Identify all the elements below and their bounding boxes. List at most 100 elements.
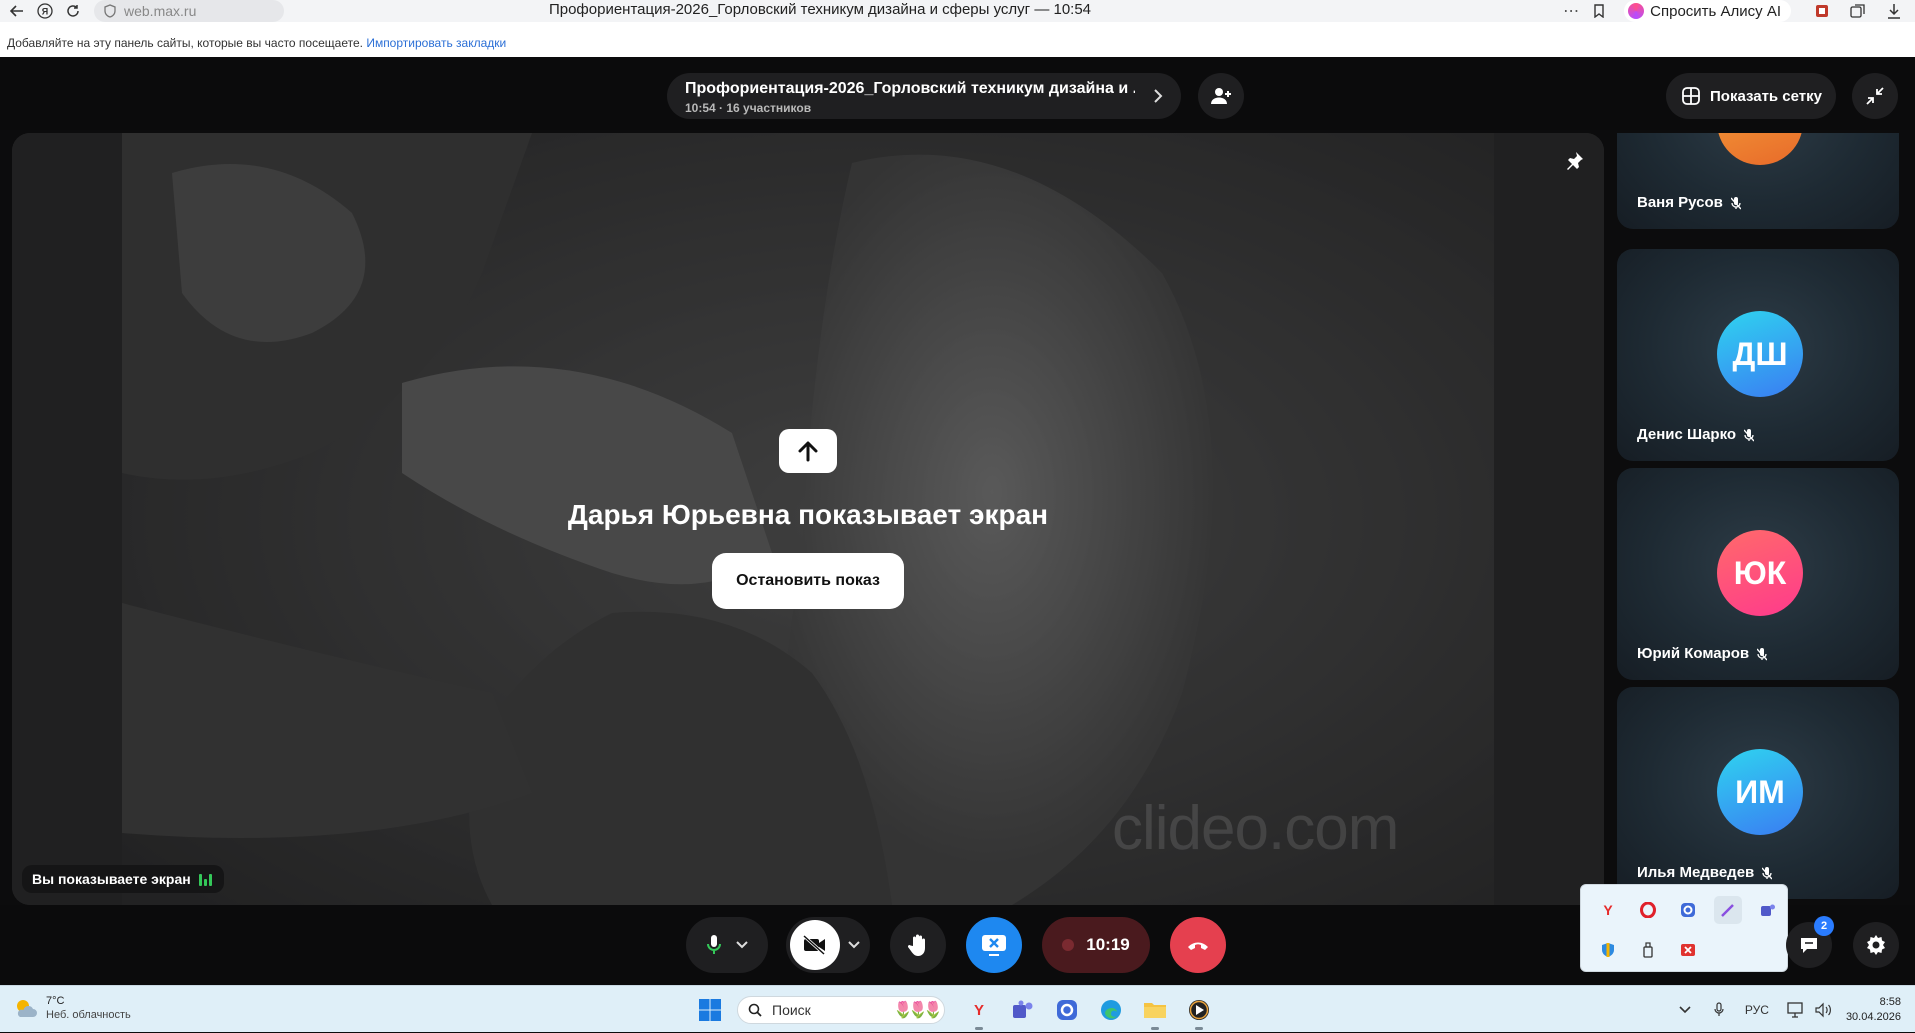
call-header: Профориентация-2026_Горловский техникум … [0, 57, 1915, 130]
clock-date: 30.04.2026 [1845, 1010, 1901, 1023]
record-dot-icon [1062, 939, 1075, 951]
alisa-icon [1628, 3, 1645, 19]
chevron-down-icon[interactable] [736, 941, 748, 949]
screen-share-stage: clideo.com Дарья Юрьевна показывает экра… [12, 133, 1604, 905]
address-bar[interactable]: web.max.ru [94, 0, 284, 22]
chat-button[interactable]: 2 [1786, 916, 1834, 968]
exit-fullscreen-button[interactable] [1852, 73, 1898, 119]
teams-icon[interactable] [1754, 896, 1782, 924]
ask-alisa-button[interactable]: Спросить Алису AI [1624, 0, 1791, 22]
search-placeholder: Поиск [772, 1002, 811, 1018]
yandex-browser-icon[interactable]: Y [1594, 896, 1622, 924]
defender-icon[interactable] [1594, 936, 1622, 964]
participant-name: Денис Шарко [1637, 426, 1755, 443]
conference-subtitle: 10:54 · 16 участников [685, 101, 812, 115]
downloads-icon[interactable] [1883, 0, 1905, 22]
opera-icon[interactable] [1634, 896, 1662, 924]
recorder-icon[interactable] [1674, 936, 1702, 964]
participant-tile[interactable]: ЮК Юрий Комаров [1617, 468, 1899, 680]
yandex-home-icon[interactable]: Я [34, 0, 56, 22]
taskbar-search[interactable]: Поиск 🌷🌷🌷 [737, 996, 945, 1024]
timer-text: 10:19 [1086, 935, 1130, 954]
participant-tile[interactable]: ВР Ваня Русов [1617, 133, 1899, 229]
extension-icon[interactable] [1811, 0, 1833, 22]
network-icon[interactable] [1782, 997, 1808, 1023]
gear-icon [1867, 935, 1885, 955]
app-icon[interactable] [1674, 896, 1702, 924]
conference-title: Профориентация-2026_Горловский техникум … [685, 80, 1135, 97]
browser-toolbar: Я web.max.ru Профориентация-2026_Горловс… [0, 0, 1915, 22]
file-explorer-icon[interactable] [1141, 996, 1169, 1030]
import-bookmarks-link[interactable]: Импортировать закладки [366, 36, 506, 50]
pin-icon[interactable] [1564, 151, 1584, 171]
microphone-icon [707, 935, 721, 954]
recording-timer[interactable]: 10:19 [1042, 917, 1150, 973]
language-indicator[interactable]: РУС [1740, 997, 1774, 1023]
start-button[interactable] [698, 998, 722, 1022]
hang-up-icon [1188, 942, 1208, 950]
teams-icon[interactable] [1009, 996, 1037, 1024]
camera-off-icon [790, 920, 840, 970]
chevron-down-icon[interactable] [848, 941, 860, 949]
edge-icon[interactable] [1097, 996, 1125, 1024]
participant-tile[interactable]: ДШ Денис Шарко [1617, 249, 1899, 461]
sharing-status-label: Вы показываете экран [32, 871, 191, 887]
microphone-button[interactable] [686, 917, 768, 973]
partly-cloudy-icon [17, 1000, 37, 1017]
app-icon[interactable] [1053, 996, 1081, 1024]
back-icon[interactable] [6, 0, 28, 22]
url-text: web.max.ru [124, 3, 197, 19]
show-grid-label: Показать сетку [1710, 87, 1822, 105]
chevron-up-icon[interactable] [1672, 997, 1698, 1023]
tray-overflow-popup: Y [1580, 884, 1788, 972]
collapse-icon [1866, 87, 1884, 105]
pen-icon[interactable] [1714, 896, 1742, 924]
chat-icon [1801, 938, 1817, 953]
upload-icon [779, 429, 837, 473]
page-title: Профориентация-2026_Горловский техникум … [548, 1, 1092, 18]
avatar: ЮК [1717, 530, 1803, 616]
show-grid-button[interactable]: Показать сетку [1666, 73, 1836, 119]
sharing-status-badge: Вы показываете экран [22, 865, 224, 893]
share-title: Дарья Юрьевна показывает экран [567, 499, 1049, 530]
system-clock[interactable]: 8:58 30.04.2026 [1846, 995, 1901, 1025]
collections-icon[interactable] [1847, 0, 1869, 22]
more-icon[interactable]: ⋯ [1560, 0, 1582, 22]
participant-name-text: Ваня Русов [1637, 194, 1723, 211]
add-participant-button[interactable] [1198, 73, 1244, 119]
yandex-browser-icon[interactable]: Y [965, 996, 993, 1030]
bookmarks-bar: Добавляйте на эту панель сайты, которые … [0, 22, 1915, 57]
svg-text:Я: Я [42, 7, 48, 17]
mic-muted-icon [1744, 428, 1755, 441]
mic-muted-icon [1730, 196, 1741, 209]
temperature: 7°C [46, 995, 65, 1007]
mic-muted-icon [1762, 866, 1773, 879]
conference-info-button[interactable]: Профориентация-2026_Горловский техникум … [667, 73, 1181, 119]
share-notice: Дарья Юрьевна показывает экран Остановит… [12, 429, 1604, 609]
settings-button[interactable] [1853, 922, 1899, 968]
usb-icon[interactable] [1634, 936, 1662, 964]
bookmark-icon[interactable] [1588, 0, 1610, 22]
unread-count-badge: 2 [1814, 916, 1834, 936]
raise-hand-button[interactable] [890, 917, 946, 973]
volume-icon[interactable] [1810, 997, 1836, 1023]
microphone-icon[interactable] [1706, 997, 1732, 1023]
screen-share-button[interactable] [966, 917, 1022, 973]
shield-icon [104, 4, 116, 18]
clock-time: 8:58 [1879, 995, 1901, 1008]
participant-tile[interactable]: ИМ Илья Медведев [1617, 687, 1899, 899]
mic-muted-icon [1757, 647, 1768, 660]
reload-icon[interactable] [62, 0, 84, 22]
tulips-icon: 🌷🌷🌷 [893, 1002, 943, 1019]
media-player-icon[interactable] [1185, 996, 1213, 1030]
stop-sharing-button[interactable]: Остановить показ [712, 553, 904, 609]
participant-name-text: Денис Шарко [1637, 426, 1737, 443]
avatar: ИМ [1717, 749, 1803, 835]
weather-widget[interactable]: 7°C Неб. облачность [14, 994, 131, 1022]
camera-button[interactable] [786, 917, 870, 973]
stop-screen-share-icon [982, 935, 1006, 956]
participant-name: Юрий Комаров [1637, 645, 1768, 662]
ask-alisa-label: Спросить Алису AI [1650, 2, 1781, 20]
end-call-button[interactable] [1170, 917, 1226, 973]
weather-description: Неб. облачность [46, 1009, 131, 1021]
